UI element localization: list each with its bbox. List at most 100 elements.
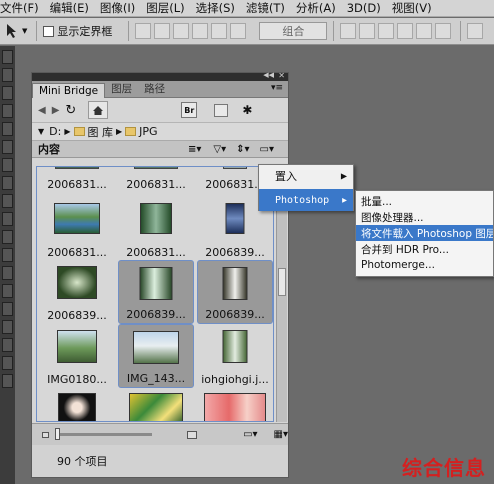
tool-dodge[interactable]: [2, 266, 13, 280]
show-bounds-checkbox[interactable]: [43, 25, 55, 37]
distribute-right-button[interactable]: [435, 23, 452, 39]
menu-image[interactable]: 图像(I): [100, 0, 135, 16]
submenu-item-merge-hdr[interactable]: 合并到 HDR Pro...: [356, 241, 493, 257]
thumbnail-item[interactable]: 2006831...: [118, 197, 194, 261]
tab-layers[interactable]: 图层: [105, 80, 138, 97]
tool-quick-select[interactable]: [2, 86, 13, 100]
submenu-arrow-icon: ▶: [340, 171, 347, 181]
menu-file[interactable]: 文件(F): [0, 0, 39, 16]
submenu-item-photomerge[interactable]: Photomerge...: [356, 257, 493, 273]
align-hcenter-button[interactable]: [211, 23, 228, 39]
rating-icon[interactable]: ⇕▾: [236, 144, 249, 155]
menu-edit[interactable]: 编辑(E): [50, 0, 89, 16]
menu-item-place[interactable]: 置入 ▶: [259, 165, 353, 187]
align-left-button[interactable]: [192, 23, 209, 39]
thumbnail-item[interactable]: iohgiohgi.j...: [197, 324, 273, 388]
group-button[interactable]: 组合: [259, 22, 328, 40]
tool-eraser[interactable]: [2, 212, 13, 226]
submenu-item-batch[interactable]: 批量...: [356, 193, 493, 209]
tool-crop[interactable]: [2, 104, 13, 118]
view-select-icon[interactable]: ▭▾: [243, 429, 257, 440]
thumbnail-label: IMG_143...: [126, 372, 186, 385]
thumbnail-item[interactable]: 2006831...: [39, 197, 115, 261]
thumbnail-item[interactable]: 2006831...: [118, 167, 194, 193]
menu-filter[interactable]: 滤镜(T): [246, 0, 285, 16]
collapse-panel-icon[interactable]: ◀◀: [263, 71, 274, 79]
close-panel-icon[interactable]: ✕: [278, 71, 285, 80]
tab-mini-bridge[interactable]: Mini Bridge: [32, 83, 106, 98]
tool-history-brush[interactable]: [2, 194, 13, 208]
path-folder-1[interactable]: 图 库: [88, 124, 114, 140]
distribute-hcenter-button[interactable]: [416, 23, 433, 39]
thumbnail-image: [222, 267, 248, 300]
thumbnail-item[interactable]: [118, 387, 194, 421]
thumbnail-large-icon[interactable]: [187, 430, 198, 439]
panel-menu-icon[interactable]: ▾≡: [271, 83, 283, 93]
tool-marquee[interactable]: [2, 50, 13, 64]
tool-shape[interactable]: [2, 338, 13, 352]
tool-preset-chevron-icon[interactable]: ▼: [22, 27, 27, 35]
align-vcenter-button[interactable]: [154, 23, 171, 39]
slider-handle[interactable]: [54, 428, 60, 440]
home-icon[interactable]: [88, 101, 109, 119]
recent-icon[interactable]: ↻: [65, 103, 76, 118]
thumbnail-image: [225, 203, 245, 234]
thumbnail-label: 2006839...: [205, 246, 265, 259]
settings-icon[interactable]: ✱: [242, 103, 252, 117]
thumbnail-item[interactable]: [39, 387, 115, 421]
tool-path-select[interactable]: [2, 320, 13, 334]
thumbnail-item[interactable]: 2006839...: [118, 260, 194, 324]
thumbnail-small-icon[interactable]: [42, 431, 49, 438]
distribute-top-button[interactable]: [340, 23, 357, 39]
tool-blur[interactable]: [2, 248, 13, 262]
path-folder-2[interactable]: JPG: [139, 125, 157, 138]
align-right-button[interactable]: [230, 23, 247, 39]
tool-3d[interactable]: [2, 356, 13, 370]
distribute-left-button[interactable]: [397, 23, 414, 39]
tool-type[interactable]: [2, 302, 13, 316]
align-top-button[interactable]: [135, 23, 152, 39]
tool-stamp[interactable]: [2, 176, 13, 190]
tool-healing[interactable]: [2, 140, 13, 154]
thumbnail-item[interactable]: IMG_143...: [118, 324, 194, 388]
thumbnail-item[interactable]: [197, 387, 273, 421]
menu-select[interactable]: 选择(S): [196, 0, 235, 16]
tool-pen[interactable]: [2, 284, 13, 298]
tool-hand[interactable]: [2, 374, 13, 388]
submenu-arrow-icon: ▶: [342, 195, 347, 205]
submenu-item-load-layers[interactable]: 将文件载入 Photoshop 图层: [356, 225, 493, 241]
scrollbar-thumb[interactable]: [278, 268, 286, 296]
move-tool-icon[interactable]: [5, 23, 19, 39]
tool-gradient[interactable]: [2, 230, 13, 244]
tool-brush[interactable]: [2, 158, 13, 172]
thumbnail-item[interactable]: 2006839...: [39, 260, 115, 324]
submenu-item-image-processor[interactable]: 图像处理器...: [356, 209, 493, 225]
back-icon[interactable]: ◀: [38, 105, 46, 116]
menu-layer[interactable]: 图层(L): [146, 0, 184, 16]
tools-icon[interactable]: ▭▾: [260, 144, 274, 155]
sort-icon[interactable]: ≡▾: [188, 144, 201, 155]
grid-view-icon[interactable]: ▦▾: [274, 429, 288, 440]
thumbnail-size-slider[interactable]: [54, 428, 153, 440]
auto-align-button[interactable]: [467, 23, 484, 39]
tab-paths[interactable]: 路径: [138, 80, 171, 97]
tool-eyedropper[interactable]: [2, 122, 13, 136]
filter-icon[interactable]: ▽▾: [213, 144, 226, 155]
thumbnail-item[interactable]: 2006831...: [39, 167, 115, 193]
tool-lasso[interactable]: [2, 68, 13, 82]
distribute-bottom-button[interactable]: [378, 23, 395, 39]
drive-label[interactable]: D:: [49, 125, 61, 138]
thumbnail-item[interactable]: 2006839...: [197, 260, 273, 324]
align-bottom-button[interactable]: [173, 23, 190, 39]
expand-arrow-icon[interactable]: ▼: [38, 127, 44, 136]
bridge-icon[interactable]: Br: [181, 102, 198, 118]
menu-3d[interactable]: 3D(D): [347, 1, 381, 15]
forward-icon[interactable]: ▶: [52, 105, 60, 116]
thumbnail-item[interactable]: IMG0180...: [39, 324, 115, 388]
menu-analysis[interactable]: 分析(A): [296, 0, 336, 16]
view-mode-icon[interactable]: [214, 103, 229, 117]
divider: [333, 21, 335, 41]
menu-item-photoshop[interactable]: Photoshop ▶: [259, 189, 353, 211]
distribute-vcenter-button[interactable]: [359, 23, 376, 39]
menu-view[interactable]: 视图(V): [392, 0, 432, 16]
